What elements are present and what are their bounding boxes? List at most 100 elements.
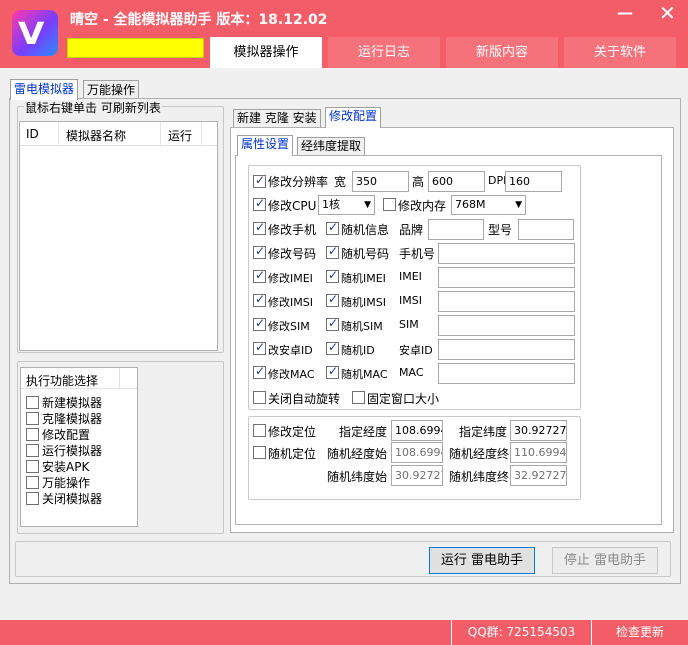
- checkbox-close-emulator[interactable]: [26, 492, 39, 505]
- column-header-run[interactable]: 运行: [168, 127, 192, 144]
- label-phone-number: 手机号: [399, 247, 436, 261]
- emulator-list[interactable]: ID 模拟器名称 运行: [19, 121, 218, 351]
- tab-leidian-emulator[interactable]: 雷电模拟器: [10, 79, 79, 100]
- checkbox-modify-android-id[interactable]: [253, 340, 266, 355]
- checkbox-random-sim[interactable]: [326, 316, 339, 331]
- label-specify-latitude: 指定纬度: [459, 425, 508, 439]
- label-random-lat-start: 随机纬度始: [327, 470, 388, 484]
- tab-property-settings[interactable]: 属性设置: [237, 135, 294, 156]
- label-imsi: IMSI: [399, 294, 422, 307]
- dpi-input[interactable]: 160: [505, 171, 562, 192]
- label-modify-config: 修改配置: [42, 428, 91, 442]
- random-lng-end-input[interactable]: 110.69945: [510, 442, 567, 463]
- qq-group-link[interactable]: QQ群: 725154503: [451, 620, 591, 645]
- checkbox-random-mac[interactable]: [326, 364, 339, 379]
- label-width: 宽: [334, 175, 347, 189]
- label-random-number: 随机号码: [341, 247, 390, 261]
- label-modify-resolution: 修改分辨率: [268, 175, 329, 189]
- checkbox-random-id[interactable]: [326, 340, 339, 355]
- label-install-apk: 安装APK: [42, 460, 90, 474]
- label-model: 型号: [488, 223, 513, 237]
- close-icon[interactable]: ✕: [659, 1, 676, 25]
- memory-select[interactable]: 768M ▼: [451, 195, 526, 215]
- model-input[interactable]: [518, 219, 574, 240]
- imei-input[interactable]: [438, 267, 575, 288]
- height-input[interactable]: 600: [428, 171, 485, 192]
- checkbox-random-info[interactable]: [326, 220, 339, 235]
- checkbox-disable-auto-rotate[interactable]: [253, 391, 266, 404]
- checkbox-clone-emulator[interactable]: [26, 412, 39, 425]
- checkbox-modify-imei[interactable]: [253, 268, 266, 283]
- random-lng-start-input[interactable]: 108.6994: [391, 442, 443, 463]
- column-header-id[interactable]: ID: [26, 127, 39, 141]
- label-sim: SIM: [399, 318, 419, 331]
- mac-input[interactable]: [438, 363, 575, 384]
- tab-modify-config[interactable]: 修改配置: [325, 107, 382, 128]
- width-input[interactable]: 350: [352, 171, 409, 192]
- label-random-imei: 随机IMEI: [341, 272, 386, 285]
- run-helper-button[interactable]: 运行 雷电助手: [429, 547, 535, 574]
- column-header-name[interactable]: 模拟器名称: [66, 127, 126, 144]
- label-android-id: 安卓ID: [399, 344, 433, 357]
- label-clone-emulator: 克隆模拟器: [42, 412, 103, 426]
- tab-universal-ops[interactable]: 万能操作: [83, 80, 140, 100]
- checkbox-modify-number[interactable]: [253, 244, 266, 259]
- checkbox-random-imsi[interactable]: [326, 292, 339, 307]
- app-logo-letter: V: [18, 16, 45, 52]
- checkbox-random-imei[interactable]: [326, 268, 339, 283]
- label-random-lng-end: 随机经度终: [449, 447, 510, 461]
- check-update-link[interactable]: 检查更新: [591, 620, 688, 645]
- imsi-input[interactable]: [438, 291, 575, 312]
- brand-input[interactable]: [428, 219, 484, 240]
- random-lat-start-input[interactable]: 30.92727: [391, 465, 443, 486]
- title-bar: V 晴空 - 全能模拟器助手 版本：18.12.02 — ✕ 模拟器操作 运行日…: [0, 0, 688, 68]
- tab-emulator-ops[interactable]: 模拟器操作: [210, 37, 322, 68]
- checkbox-modify-config[interactable]: [26, 428, 39, 441]
- checkbox-run-emulator[interactable]: [26, 444, 39, 457]
- stop-helper-button[interactable]: 停止 雷电助手: [552, 547, 658, 574]
- label-modify-imsi: 修改IMSI: [268, 296, 313, 309]
- tab-run-log[interactable]: 运行日志: [328, 37, 440, 68]
- checkbox-modify-location[interactable]: [253, 424, 266, 437]
- checkbox-random-number[interactable]: [326, 244, 339, 259]
- label-brand: 品牌: [399, 223, 424, 237]
- notice-bar: [67, 38, 204, 58]
- label-modify-imei: 修改IMEI: [268, 272, 313, 285]
- app-logo-icon: V: [12, 10, 58, 56]
- label-fixed-window-size: 固定窗口大小: [367, 392, 440, 406]
- memory-select-value: 768M: [455, 198, 486, 211]
- cpu-select[interactable]: 1核 ▼: [318, 195, 375, 215]
- tab-about[interactable]: 关于软件: [564, 37, 676, 68]
- label-height: 高: [412, 175, 425, 189]
- label-random-id: 随机ID: [341, 344, 375, 357]
- phone-number-input[interactable]: [438, 243, 575, 264]
- checkbox-new-emulator[interactable]: [26, 396, 39, 409]
- label-run-emulator: 运行模拟器: [42, 444, 103, 458]
- status-bar: QQ群: 725154503 检查更新: [0, 620, 688, 645]
- checkbox-install-apk[interactable]: [26, 460, 39, 473]
- checkbox-modify-memory[interactable]: [383, 198, 396, 211]
- android-id-input[interactable]: [438, 339, 575, 360]
- label-random-lat-end: 随机纬度终: [449, 470, 510, 484]
- label-dpi: DPI: [488, 174, 507, 187]
- tab-whats-new[interactable]: 新版内容: [446, 37, 558, 68]
- checkbox-universal-ops[interactable]: [26, 476, 39, 489]
- checkbox-modify-sim[interactable]: [253, 316, 266, 331]
- cpu-select-value: 1核: [322, 198, 340, 211]
- checkbox-modify-resolution[interactable]: [253, 173, 266, 188]
- label-disable-auto-rotate: 关闭自动旋转: [268, 392, 341, 406]
- tab-new-clone-install[interactable]: 新建 克隆 安装: [233, 109, 321, 128]
- sim-input[interactable]: [438, 315, 575, 336]
- checkbox-modify-mac[interactable]: [253, 364, 266, 379]
- random-lat-end-input[interactable]: 32.92727: [510, 465, 567, 486]
- checkbox-modify-cpu[interactable]: [253, 196, 266, 211]
- longitude-input[interactable]: 108.6994: [391, 420, 443, 441]
- checkbox-random-location[interactable]: [253, 446, 266, 459]
- checkbox-modify-phone[interactable]: [253, 220, 266, 235]
- checkbox-fixed-window-size[interactable]: [352, 391, 365, 404]
- tab-latlng-extract[interactable]: 经纬度提取: [297, 137, 366, 156]
- checkbox-modify-imsi[interactable]: [253, 292, 266, 307]
- chevron-down-icon: ▼: [364, 200, 371, 210]
- latitude-input[interactable]: 30.92727: [510, 420, 567, 441]
- minimize-icon[interactable]: —: [617, 3, 633, 22]
